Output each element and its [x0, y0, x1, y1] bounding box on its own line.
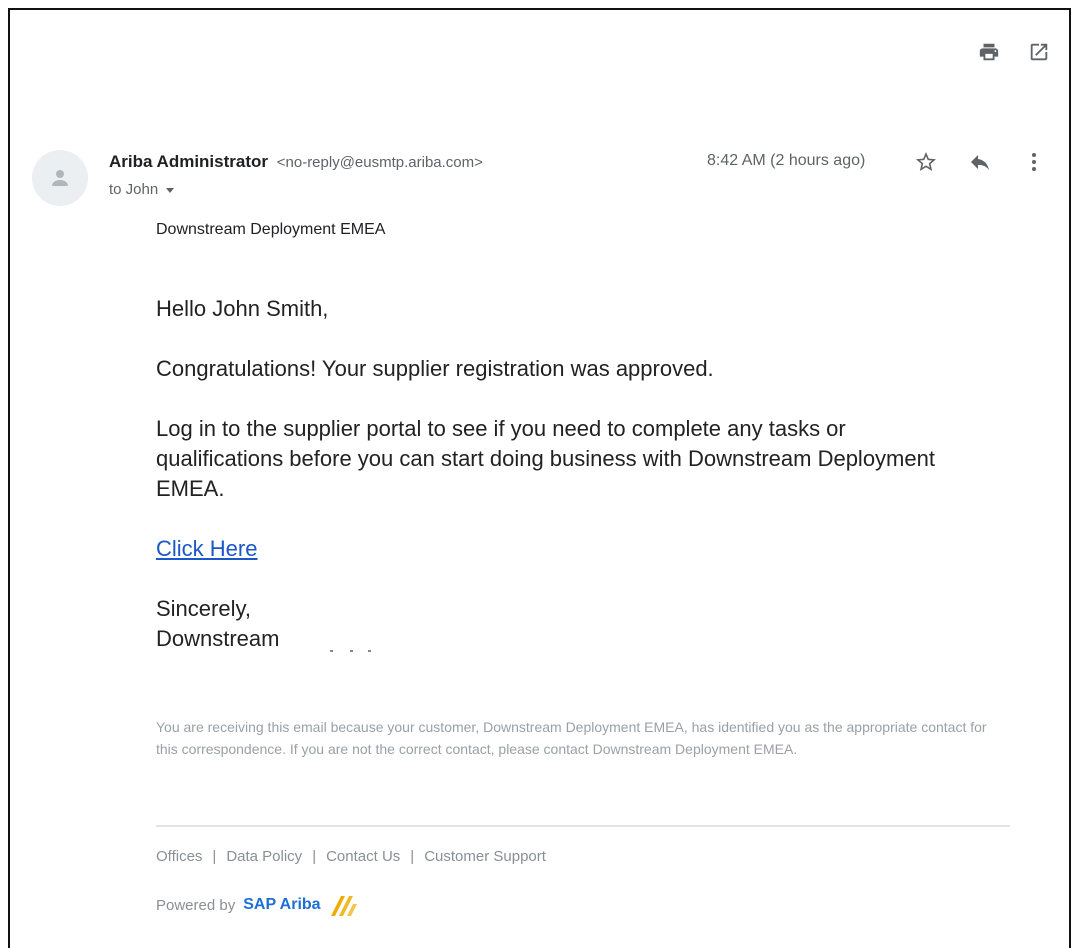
footer-link-separator: | — [212, 848, 217, 865]
footer-links: Offices | Data Policy | Contact Us | Cus… — [156, 848, 546, 865]
footer-link-separator: | — [312, 848, 317, 865]
powered-by-label: Powered by — [156, 896, 236, 914]
sender-line: Ariba Administrator <no-reply@eusmtp.ari… — [109, 152, 483, 172]
sender-name[interactable]: Ariba Administrator — [109, 152, 268, 171]
click-here-link[interactable]: Click Here — [156, 534, 257, 564]
signoff-text: Sincerely, — [156, 596, 251, 621]
ariba-logo-icon — [330, 896, 357, 916]
recipient-label: to John — [109, 181, 159, 198]
instructions-text: Log in to the supplier portal to see if … — [156, 416, 935, 501]
reply-icon[interactable] — [967, 149, 993, 175]
congrats-text: Congratulations! Your supplier registrat… — [156, 356, 714, 381]
sender-avatar[interactable] — [32, 150, 88, 206]
image-artifact — [330, 650, 333, 652]
person-icon — [52, 170, 68, 186]
footer-link-separator: | — [410, 848, 415, 865]
signer-text: Downstream Deployment EMEA — [156, 626, 281, 651]
sap-ariba-brand[interactable]: SAP Ariba — [243, 896, 320, 914]
body-org-line: Downstream Deployment EMEA — [156, 221, 386, 238]
footer-link-data-policy[interactable]: Data Policy — [226, 848, 302, 865]
powered-by: Powered by SAP Ariba — [156, 892, 363, 918]
sender-email: <no-reply@eusmtp.ariba.com> — [276, 154, 483, 171]
email-view-frame: Ariba Administrator <no-reply@eusmtp.ari… — [8, 8, 1071, 948]
message-actions — [913, 149, 1047, 175]
greeting-text: Hello John Smith, — [156, 296, 329, 321]
footer-link-customer-support[interactable]: Customer Support — [424, 848, 546, 865]
chevron-down-icon — [166, 188, 175, 193]
footer-notice: You are receiving this email because you… — [156, 719, 987, 757]
image-artifact — [368, 650, 371, 652]
printer-icon[interactable] — [977, 40, 1001, 64]
star-icon[interactable] — [913, 149, 939, 175]
email-toolbar — [977, 40, 1051, 64]
image-artifact — [350, 650, 353, 652]
open-in-new-window-icon[interactable] — [1027, 40, 1051, 64]
footer-link-offices[interactable]: Offices — [156, 848, 202, 865]
recipient-details-toggle[interactable]: to John — [109, 181, 175, 198]
more-vert-icon[interactable] — [1021, 149, 1047, 175]
message-timestamp: 8:42 AM (2 hours ago) — [707, 152, 866, 169]
footer-divider — [156, 825, 1010, 827]
footer-link-contact-us[interactable]: Contact Us — [326, 848, 400, 865]
